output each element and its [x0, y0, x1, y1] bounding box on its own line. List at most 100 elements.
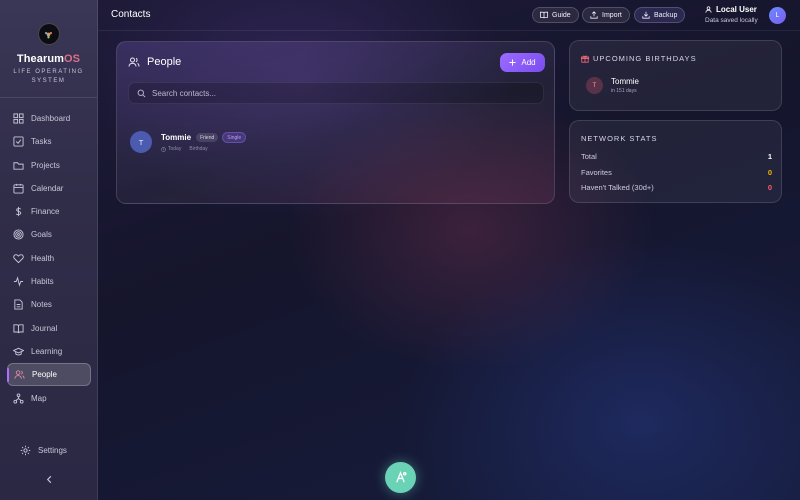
chevron-left-icon	[46, 475, 51, 483]
birthday-name: Tommie	[611, 77, 640, 86]
birthday-item[interactable]: T Tommie in 151 days	[586, 77, 639, 94]
sidebar-item-map[interactable]: Map	[7, 387, 91, 410]
stat-label: Haven't Talked (30d+)	[581, 183, 654, 192]
brand-logo-icon[interactable]	[37, 23, 60, 45]
upload-icon	[590, 11, 598, 19]
guide-button[interactable]: Guide	[532, 7, 579, 23]
sidebar: ThearumOS LIFE OPERATING SYSTEM Dashboar…	[0, 0, 98, 500]
sidebar-item-label: Dashboard	[31, 114, 71, 123]
dollar-icon	[15, 207, 22, 217]
target-icon	[13, 229, 24, 241]
contact-meta: Today Birthday	[161, 146, 250, 152]
sidebar-item-label: Calendar	[31, 183, 64, 193]
sidebar-item-tasks[interactable]: Tasks	[7, 130, 91, 153]
contact-meta-note: Birthday	[189, 146, 208, 152]
guide-label: Guide	[552, 11, 571, 19]
sidebar-item-people[interactable]: People	[7, 363, 91, 387]
folder-icon	[13, 161, 24, 170]
note-icon	[14, 299, 23, 310]
sidebar-item-projects[interactable]: Projects	[7, 154, 91, 177]
birthday-avatar: T	[586, 77, 603, 94]
brand: ThearumOS LIFE OPERATING SYSTEM	[0, 0, 97, 98]
save-status: Data saved locally	[705, 17, 758, 24]
users-icon	[128, 57, 140, 67]
sidebar-item-finance[interactable]: Finance	[7, 200, 91, 223]
network-stats-card: NETWORK STATS Total 1 Favorites 0 Haven'…	[569, 120, 782, 203]
contact-meta-time: Today	[168, 146, 182, 152]
status-badge: Single	[222, 132, 247, 143]
relation-badge: Friend	[196, 133, 219, 142]
calendar-icon	[13, 183, 24, 194]
people-card: People Add T Tommie Friend Single Today …	[116, 41, 555, 204]
gear-icon	[20, 445, 31, 456]
assistant-icon	[396, 471, 407, 483]
sidebar-item-habits[interactable]: Habits	[7, 270, 91, 293]
stats-title: NETWORK STATS	[581, 134, 658, 143]
stat-row-favorites: Favorites 0	[581, 168, 772, 177]
sidebar-item-label: Habits	[31, 277, 54, 287]
settings-label: Settings	[38, 446, 67, 455]
contact-row[interactable]: T Tommie Friend Single Today Birthday	[130, 130, 250, 154]
people-heading: People	[128, 56, 181, 68]
birthdays-title: UPCOMING BIRTHDAYS	[581, 54, 697, 63]
collapse-sidebar-button[interactable]	[42, 472, 56, 486]
stat-label: Total	[581, 152, 597, 161]
sidebar-item-label: Notes	[31, 300, 52, 310]
book-icon	[13, 324, 24, 333]
stat-value: 0	[767, 168, 772, 177]
sidebar-item-label: Health	[31, 253, 55, 263]
sidebar-item-health[interactable]: Health	[7, 247, 91, 270]
stat-value: 0	[767, 183, 772, 192]
sidebar-nav: Dashboard Tasks Projects Calendar Financ…	[0, 107, 98, 410]
activity-icon	[13, 276, 24, 287]
sidebar-item-label: Learning	[31, 346, 63, 356]
download-icon	[642, 11, 650, 19]
import-button[interactable]: Import	[582, 7, 630, 23]
search-icon	[137, 89, 146, 97]
avatar[interactable]: L	[769, 7, 786, 24]
book-icon	[540, 11, 548, 19]
floating-action-button[interactable]	[385, 462, 416, 493]
user-name: Local User	[705, 5, 758, 14]
graduation-cap-icon	[13, 347, 24, 356]
network-icon	[13, 393, 24, 404]
backup-label: Backup	[654, 11, 678, 19]
user-info: Local User Data saved locally	[705, 5, 758, 24]
sidebar-item-notes[interactable]: Notes	[7, 293, 91, 316]
stat-label: Favorites	[581, 168, 612, 177]
import-label: Import	[602, 11, 622, 19]
page-title: Contacts	[111, 9, 151, 20]
brand-subtitle: LIFE OPERATING SYSTEM	[13, 69, 84, 84]
stat-value: 1	[767, 152, 772, 161]
sidebar-item-label: Projects	[31, 160, 60, 170]
birthday-countdown: in 151 days	[611, 88, 637, 94]
checkbox-icon	[13, 136, 24, 147]
add-contact-button[interactable]: Add	[500, 53, 545, 72]
sidebar-item-learning[interactable]: Learning	[7, 340, 91, 363]
plus-icon	[509, 59, 516, 66]
brand-name: ThearumOS	[16, 53, 81, 65]
sidebar-item-label: Map	[31, 393, 47, 403]
gift-icon	[581, 55, 589, 63]
sidebar-item-label: Goals	[31, 230, 52, 240]
upcoming-birthdays-card: UPCOMING BIRTHDAYS T Tommie in 151 days	[569, 40, 782, 111]
grid-icon	[13, 113, 24, 124]
sidebar-item-dashboard[interactable]: Dashboard	[7, 107, 91, 130]
top-bar: Contacts Guide Import Backup Local User …	[98, 0, 800, 31]
clock-icon	[161, 146, 166, 152]
sidebar-item-label: Finance	[31, 207, 60, 217]
heart-icon	[13, 253, 24, 264]
search-bar	[128, 82, 544, 104]
stat-row-total: Total 1	[581, 152, 772, 161]
sidebar-item-goals[interactable]: Goals	[7, 223, 91, 246]
backup-button[interactable]: Backup	[634, 7, 686, 23]
sidebar-item-calendar[interactable]: Calendar	[7, 177, 91, 200]
sidebar-item-settings[interactable]: Settings	[14, 439, 98, 462]
stat-row-havent-talked: Haven't Talked (30d+) 0	[581, 183, 772, 192]
search-input[interactable]	[152, 88, 532, 98]
contact-avatar: T	[130, 131, 152, 153]
sidebar-item-journal[interactable]: Journal	[7, 317, 91, 340]
user-icon	[705, 6, 712, 13]
users-icon	[14, 370, 25, 379]
sidebar-item-label: Journal	[31, 323, 58, 333]
